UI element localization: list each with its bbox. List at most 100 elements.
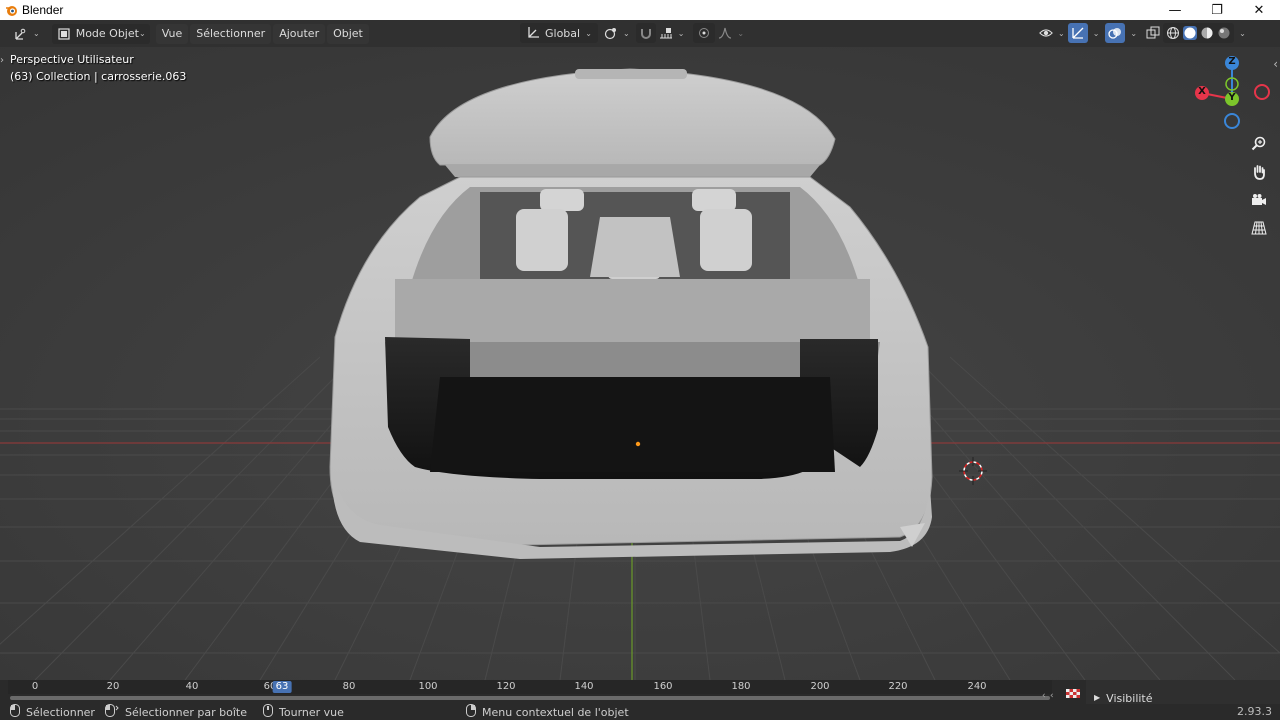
close-button[interactable]: ✕: [1238, 0, 1280, 20]
proportional-icon: [697, 26, 711, 40]
snap-toggle[interactable]: [635, 23, 656, 43]
snap-target-button[interactable]: ⌄: [656, 23, 688, 43]
overlays-toggle[interactable]: [1105, 23, 1126, 43]
current-frame-indicator[interactable]: 63: [272, 681, 292, 693]
y-axis-label: Y: [1228, 92, 1236, 103]
chevron-down-icon: ⌄: [737, 28, 745, 38]
scroll-right-icon[interactable]: ‹: [1050, 691, 1054, 701]
chevron-down-icon: ⌄: [33, 29, 40, 38]
mouse-left-click-icon: [10, 704, 20, 720]
chevron-down-icon: ⌄: [677, 28, 685, 38]
camera-icon: [1252, 194, 1266, 205]
timeline-scrollbar[interactable]: [8, 694, 1052, 702]
frame-label: 240: [967, 681, 987, 692]
timeline-ruler[interactable]: 0 20 40 60 80 100 120 140 160 180 200 22…: [8, 680, 1052, 694]
axes-editor-icon: [14, 27, 28, 41]
expand-triangle-icon: ▶: [1094, 693, 1101, 702]
orientation-label: Global: [545, 26, 581, 40]
blender-logo-icon: [4, 3, 18, 17]
chevron-down-icon: ⌄: [138, 29, 146, 38]
frame-label: 120: [496, 681, 516, 692]
chevron-down-icon: ⌄: [623, 28, 630, 38]
checker-icon[interactable]: [1066, 683, 1080, 698]
material-shading-icon[interactable]: [1200, 26, 1214, 40]
overlay-circles-icon: [1108, 26, 1122, 40]
mouse-right-click-icon: [466, 704, 476, 720]
timeline[interactable]: 0 20 40 60 80 100 120 140 160 180 200 22…: [0, 680, 1280, 705]
frame-label: 220: [888, 681, 908, 692]
visibility-panel[interactable]: ▶ Visibilité: [1086, 680, 1280, 705]
camera-view-button[interactable]: [1248, 189, 1270, 211]
solid-shading-icon[interactable]: [1183, 26, 1198, 40]
menu-objet[interactable]: Objet: [327, 23, 369, 44]
frame-label: 100: [418, 681, 438, 692]
gizmo-icon: [1071, 26, 1085, 40]
mode-label: Mode Objet: [75, 27, 139, 40]
frame-label: 200: [810, 681, 830, 692]
hand-icon: [1254, 165, 1265, 180]
frame-label: 160: [653, 681, 673, 692]
editor-type-button[interactable]: ⌄: [8, 24, 46, 44]
transform-orientation-dropdown[interactable]: Global ⌄: [520, 23, 598, 43]
view-name-label: Perspective Utilisateur: [10, 53, 134, 66]
grid-perspective-icon: [1251, 221, 1267, 235]
neg-x-axis-handle: [1254, 84, 1270, 100]
object-origin-dot: [635, 441, 641, 447]
chevron-down-icon: ⌄: [1058, 28, 1065, 38]
wireframe-shading-icon[interactable]: [1166, 26, 1180, 40]
perspective-toggle-button[interactable]: [1248, 217, 1270, 239]
status-box-select: Sélectionner par boîte: [104, 704, 247, 720]
viewport-header: ⌄ Mode Objet ⌄ Vue Sélectionner Ajouter …: [0, 20, 1280, 47]
chevron-down-icon[interactable]: ⌄: [1130, 29, 1137, 38]
3d-viewport[interactable]: Perspective Utilisateur (63) Collection …: [0, 47, 1280, 680]
z-axis-label: Z: [1228, 56, 1236, 67]
menu-ajouter[interactable]: Ajouter: [273, 23, 326, 44]
timeline-scrollbar-thumb[interactable]: [10, 696, 1050, 700]
mode-dropdown[interactable]: Mode Objet ⌄: [51, 23, 150, 44]
frame-label: 40: [185, 681, 199, 692]
menu-vue[interactable]: Vue: [155, 23, 189, 44]
orientation-icon: [526, 26, 540, 40]
proportional-falloff-button[interactable]: ⌄: [715, 23, 747, 43]
viewport-canvas: [0, 47, 1280, 680]
menu-selectionner[interactable]: Sélectionner: [190, 23, 272, 44]
pivot-point-button[interactable]: ⌄: [598, 23, 636, 43]
window-titlebar: Blender — ❐ ✕: [0, 0, 1280, 20]
frame-label: 180: [731, 681, 751, 692]
rendered-shading-icon[interactable]: [1217, 26, 1231, 40]
scroll-left-icon[interactable]: ‹: [1042, 691, 1046, 701]
frame-label: 0: [31, 681, 39, 692]
status-select: Sélectionner: [10, 704, 95, 720]
proportional-editing-toggle[interactable]: [693, 23, 716, 43]
frame-label: 20: [106, 681, 120, 692]
version-label: 2.93.3: [1237, 705, 1272, 718]
magnet-icon: [639, 26, 653, 40]
zoom-icon: [1251, 136, 1266, 151]
visibility-selectability-button[interactable]: ⌄: [1036, 23, 1068, 43]
chevron-down-icon[interactable]: ⌄: [1239, 29, 1246, 38]
toolbar-expand-icon[interactable]: ›: [0, 55, 4, 66]
minimize-button[interactable]: —: [1154, 0, 1196, 20]
object-mode-icon: [58, 27, 70, 41]
gizmo-toggle[interactable]: [1067, 23, 1088, 43]
frame-label: 80: [342, 681, 356, 692]
mouse-drag-icon: [104, 704, 119, 720]
status-rotate-view: Tourner vue: [263, 704, 344, 720]
restore-button[interactable]: ❐: [1196, 0, 1238, 20]
falloff-curve-icon: [718, 26, 732, 40]
chevron-down-icon[interactable]: ⌄: [1093, 29, 1100, 38]
pivot-icon: [604, 26, 618, 40]
xray-toggle[interactable]: [1143, 23, 1163, 43]
status-bar: Sélectionner Sélectionner par boîte Tour…: [0, 704, 1280, 720]
status-context-menu: Menu contextuel de l'objet: [466, 704, 629, 720]
zoom-button[interactable]: [1248, 133, 1270, 155]
mouse-middle-click-icon: [263, 704, 274, 720]
shading-modes: [1163, 23, 1235, 43]
window-title: Blender: [22, 3, 64, 17]
eye-icon: [1039, 26, 1053, 40]
snap-increment-icon: [659, 26, 673, 40]
xray-icon: [1146, 26, 1160, 40]
chevron-down-icon: ⌄: [585, 28, 592, 38]
pan-button[interactable]: [1248, 161, 1270, 183]
neg-z-axis-handle: [1224, 113, 1240, 129]
